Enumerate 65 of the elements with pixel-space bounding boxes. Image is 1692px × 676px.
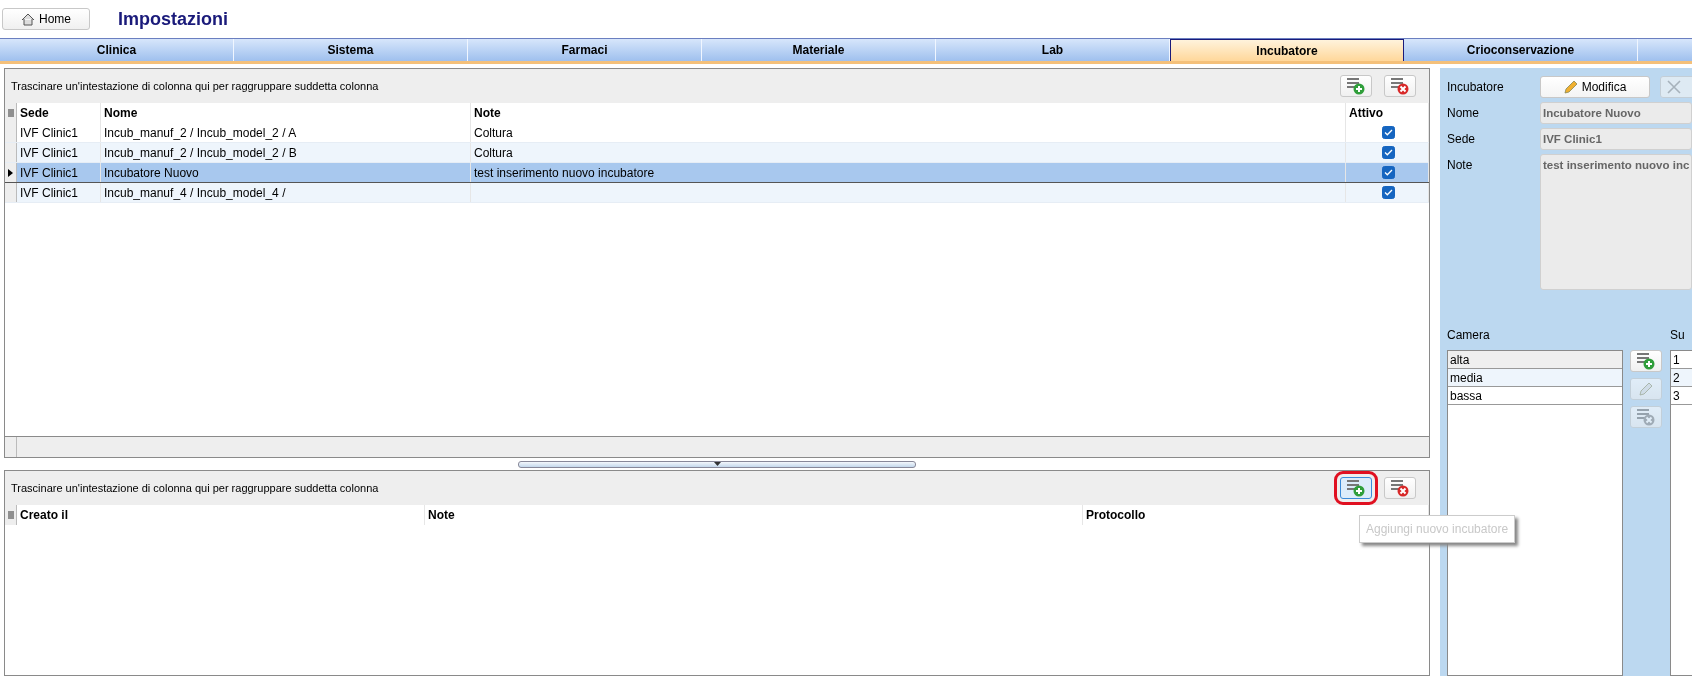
house-icon bbox=[21, 12, 35, 26]
row-pointer-icon bbox=[8, 168, 13, 177]
add-list-icon bbox=[1346, 479, 1366, 497]
chevron-down-icon bbox=[713, 461, 721, 466]
add-list-icon bbox=[1346, 77, 1366, 95]
checkbox[interactable] bbox=[1382, 186, 1395, 199]
add-list-icon bbox=[1636, 352, 1656, 370]
checkbox[interactable] bbox=[1382, 146, 1395, 159]
text-area[interactable]: test inserimento nuovo inc bbox=[1540, 154, 1692, 290]
tab[interactable]: Materiale bbox=[702, 39, 936, 61]
table-row[interactable]: IVF Clinic1 Incubatore Nuovo test inserimento nuovo incubatore bbox=[5, 163, 1429, 183]
tab[interactable]: Crioconservazione bbox=[1404, 39, 1638, 61]
home-button[interactable]: Home bbox=[2, 8, 90, 30]
table-cell: IVF Clinic1 bbox=[17, 163, 101, 182]
close-icon bbox=[1667, 80, 1681, 94]
page-title: Impostazioni bbox=[118, 8, 228, 30]
column-header[interactable]: Note bbox=[425, 505, 1083, 525]
column-chooser-icon bbox=[7, 108, 14, 118]
tab[interactable]: Sistema bbox=[234, 39, 468, 61]
row-header[interactable] bbox=[5, 163, 17, 182]
table-row[interactable]: IVF Clinic1 Incub_manuf_2 / Incub_model_2 / A Coltura bbox=[5, 123, 1429, 143]
tab[interactable]: Clinica bbox=[0, 39, 234, 61]
add-button[interactable] bbox=[1340, 75, 1372, 97]
list-item[interactable]: media bbox=[1448, 369, 1622, 387]
input-field[interactable]: IVF Clinic1 bbox=[1540, 128, 1692, 150]
remove-list-icon bbox=[1390, 479, 1410, 497]
splitter-handle[interactable] bbox=[518, 460, 916, 468]
number-list[interactable]: 1 2 3 bbox=[1670, 350, 1692, 676]
field-label: Sede bbox=[1447, 131, 1477, 146]
table-cell: Incub_manuf_2 / Incub_model_2 / B bbox=[101, 143, 471, 162]
table-cell: IVF Clinic1 bbox=[17, 143, 101, 162]
table-cell: Incub_manuf_4 / Incub_model_4 / bbox=[101, 183, 471, 202]
column-chooser-icon bbox=[7, 510, 14, 520]
tab[interactable]: Incubatore bbox=[1170, 39, 1404, 61]
pencil-icon bbox=[1563, 80, 1578, 94]
column-header[interactable]: Creato il bbox=[17, 505, 425, 525]
list-label: Camera bbox=[1447, 328, 1491, 344]
field-label: Note bbox=[1447, 157, 1474, 172]
table-cell: Incubatore Nuovo bbox=[101, 163, 471, 182]
edit-button[interactable]: Modifica bbox=[1540, 76, 1650, 98]
table-cell: IVF Clinic1 bbox=[17, 183, 101, 202]
list-item[interactable]: alta bbox=[1448, 351, 1622, 369]
delete-button[interactable] bbox=[1384, 75, 1416, 97]
tab[interactable]: Farmaci bbox=[468, 39, 702, 61]
table-row[interactable]: IVF Clinic1 Incub_manuf_4 / Incub_model_4 / bbox=[5, 183, 1429, 203]
remove-list-icon bbox=[1636, 408, 1656, 426]
add-button[interactable] bbox=[1630, 350, 1662, 372]
group-hint: Trascinare un'intestazione di colonna qui per raggruppare suddetta colonna bbox=[11, 80, 380, 92]
delete-button[interactable] bbox=[1384, 477, 1416, 499]
table-cell: Coltura bbox=[471, 123, 1346, 142]
remove-list-icon bbox=[1390, 77, 1410, 95]
list-item[interactable]: 2 bbox=[1671, 369, 1692, 387]
table-cell: Incub_manuf_2 / Incub_model_2 / A bbox=[101, 123, 471, 142]
group-hint: Trascinare un'intestazione di colonna qui per raggruppare suddetta colonna bbox=[11, 482, 380, 494]
field-label: Nome bbox=[1447, 105, 1480, 120]
table-cell: test inserimento nuovo incubatore bbox=[471, 163, 1346, 182]
table-cell: IVF Clinic1 bbox=[17, 123, 101, 142]
field-label: Incubatore bbox=[1447, 79, 1505, 94]
pencil-icon bbox=[1639, 382, 1653, 396]
checkbox[interactable] bbox=[1382, 126, 1395, 139]
table-row[interactable]: IVF Clinic1 Incub_manuf_2 / Incub_model_2 / B Coltura bbox=[5, 143, 1429, 163]
input-field[interactable]: Incubatore Nuovo bbox=[1540, 102, 1692, 124]
table-cell: Coltura bbox=[471, 143, 1346, 162]
checkbox[interactable] bbox=[1382, 166, 1395, 179]
list-label: Su bbox=[1670, 328, 1686, 344]
